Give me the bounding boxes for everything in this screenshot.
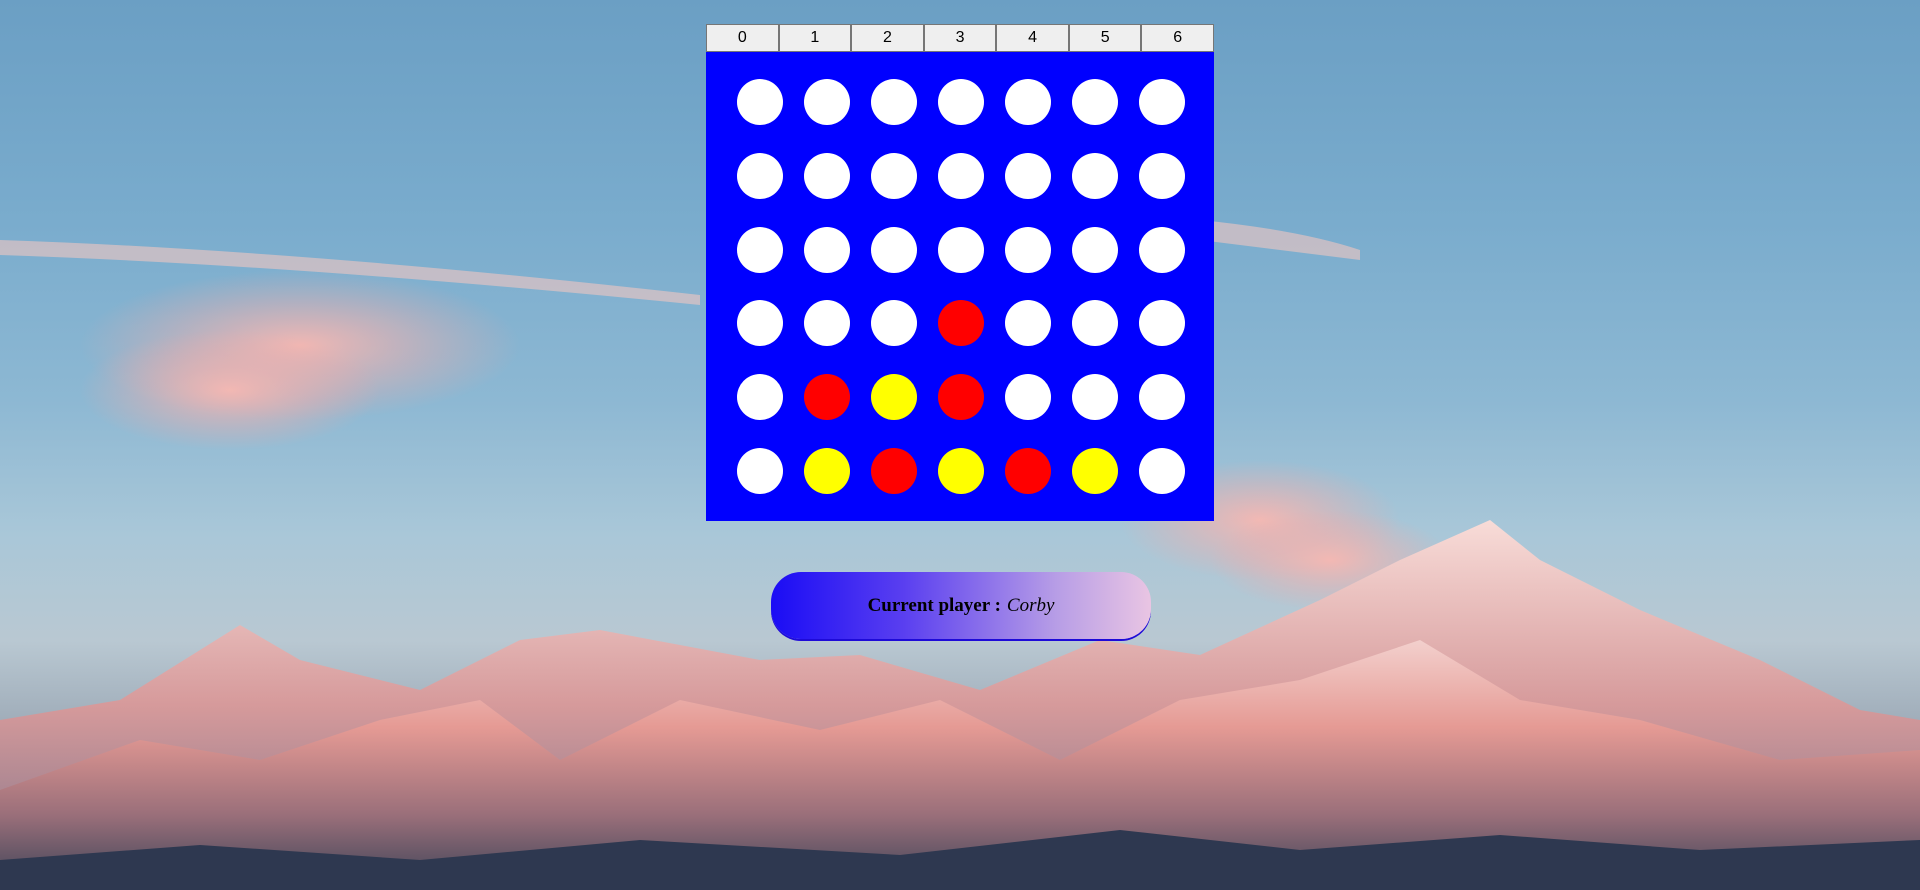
empty-slot xyxy=(1139,374,1186,421)
board-cell[interactable] xyxy=(995,434,1062,508)
board-cell[interactable] xyxy=(927,213,994,287)
board-cell[interactable] xyxy=(1062,360,1129,434)
column-4-button[interactable]: 4 xyxy=(996,24,1069,52)
board-cell[interactable] xyxy=(995,139,1062,213)
board-cell[interactable] xyxy=(1129,360,1196,434)
empty-slot xyxy=(937,152,984,199)
yellow-disc xyxy=(803,448,850,495)
empty-slot xyxy=(1139,152,1186,199)
empty-slot xyxy=(803,300,850,347)
empty-slot xyxy=(736,226,783,273)
empty-slot xyxy=(1005,78,1052,125)
red-disc xyxy=(870,448,917,495)
red-disc xyxy=(1005,448,1052,495)
board-cell[interactable] xyxy=(995,287,1062,361)
board-cell[interactable] xyxy=(1062,139,1129,213)
board-cell[interactable] xyxy=(1129,65,1196,139)
empty-slot xyxy=(1139,78,1186,125)
red-disc xyxy=(937,300,984,347)
board-cell[interactable] xyxy=(860,139,927,213)
board-cell[interactable] xyxy=(995,360,1062,434)
board-cell[interactable] xyxy=(1062,213,1129,287)
empty-slot xyxy=(1139,300,1186,347)
empty-slot xyxy=(1005,300,1052,347)
game-board xyxy=(706,52,1214,521)
board-cell[interactable] xyxy=(726,213,793,287)
board-cell[interactable] xyxy=(995,65,1062,139)
board-cell[interactable] xyxy=(793,360,860,434)
empty-slot xyxy=(1005,374,1052,421)
board-cell[interactable] xyxy=(1129,139,1196,213)
empty-slot xyxy=(1072,374,1119,421)
column-2-button[interactable]: 2 xyxy=(851,24,924,52)
board-cell[interactable] xyxy=(1062,434,1129,508)
board-cell[interactable] xyxy=(793,434,860,508)
board-cell[interactable] xyxy=(793,287,860,361)
board-cell[interactable] xyxy=(1062,287,1129,361)
empty-slot xyxy=(1005,226,1052,273)
yellow-disc xyxy=(937,448,984,495)
empty-slot xyxy=(803,226,850,273)
board-cell[interactable] xyxy=(927,434,994,508)
yellow-disc xyxy=(870,374,917,421)
empty-slot xyxy=(870,226,917,273)
empty-slot xyxy=(870,300,917,347)
board-cell[interactable] xyxy=(726,287,793,361)
empty-slot xyxy=(736,448,783,495)
board-cell[interactable] xyxy=(860,65,927,139)
column-buttons: 0 1 2 3 4 5 6 xyxy=(706,24,1215,52)
empty-slot xyxy=(1072,78,1119,125)
board-cell[interactable] xyxy=(1129,213,1196,287)
empty-slot xyxy=(736,78,783,125)
board-cell[interactable] xyxy=(860,434,927,508)
board-cell[interactable] xyxy=(726,139,793,213)
board-cell[interactable] xyxy=(860,360,927,434)
board-cell[interactable] xyxy=(793,65,860,139)
empty-slot xyxy=(1072,226,1119,273)
empty-slot xyxy=(1072,300,1119,347)
empty-slot xyxy=(937,78,984,125)
empty-slot xyxy=(870,78,917,125)
column-0-button[interactable]: 0 xyxy=(706,24,779,52)
board-cell[interactable] xyxy=(726,434,793,508)
game-board-container: 0 1 2 3 4 5 6 xyxy=(706,24,1215,521)
column-6-button[interactable]: 6 xyxy=(1141,24,1215,52)
board-cell[interactable] xyxy=(927,360,994,434)
board-cell[interactable] xyxy=(860,213,927,287)
empty-slot xyxy=(1139,226,1186,273)
empty-slot xyxy=(803,78,850,125)
column-3-button[interactable]: 3 xyxy=(923,24,997,52)
board-cell[interactable] xyxy=(1062,65,1129,139)
yellow-disc xyxy=(1072,448,1119,495)
board-cell[interactable] xyxy=(793,139,860,213)
board-cell[interactable] xyxy=(1129,287,1196,361)
board-cell[interactable] xyxy=(927,287,994,361)
board-cell[interactable] xyxy=(726,65,793,139)
empty-slot xyxy=(736,374,783,421)
empty-slot xyxy=(736,300,783,347)
current-player-name: Corby xyxy=(1006,594,1055,616)
empty-slot xyxy=(736,152,783,199)
current-player-label: Current player : xyxy=(867,594,1001,616)
red-disc xyxy=(803,374,850,421)
board-cell[interactable] xyxy=(927,139,994,213)
board-cell[interactable] xyxy=(860,287,927,361)
empty-slot xyxy=(803,152,850,199)
board-cell[interactable] xyxy=(927,65,994,139)
empty-slot xyxy=(870,152,917,199)
empty-slot xyxy=(1005,152,1052,199)
board-cell[interactable] xyxy=(1129,434,1196,508)
current-player-status: Current player : Corby xyxy=(771,572,1151,639)
board-cell[interactable] xyxy=(726,360,793,434)
column-1-button[interactable]: 1 xyxy=(778,24,852,52)
board-cell[interactable] xyxy=(995,213,1062,287)
empty-slot xyxy=(937,226,984,273)
column-5-button[interactable]: 5 xyxy=(1068,24,1142,52)
board-cell[interactable] xyxy=(793,213,860,287)
red-disc xyxy=(937,374,984,421)
empty-slot xyxy=(1072,152,1119,199)
empty-slot xyxy=(1139,448,1186,495)
